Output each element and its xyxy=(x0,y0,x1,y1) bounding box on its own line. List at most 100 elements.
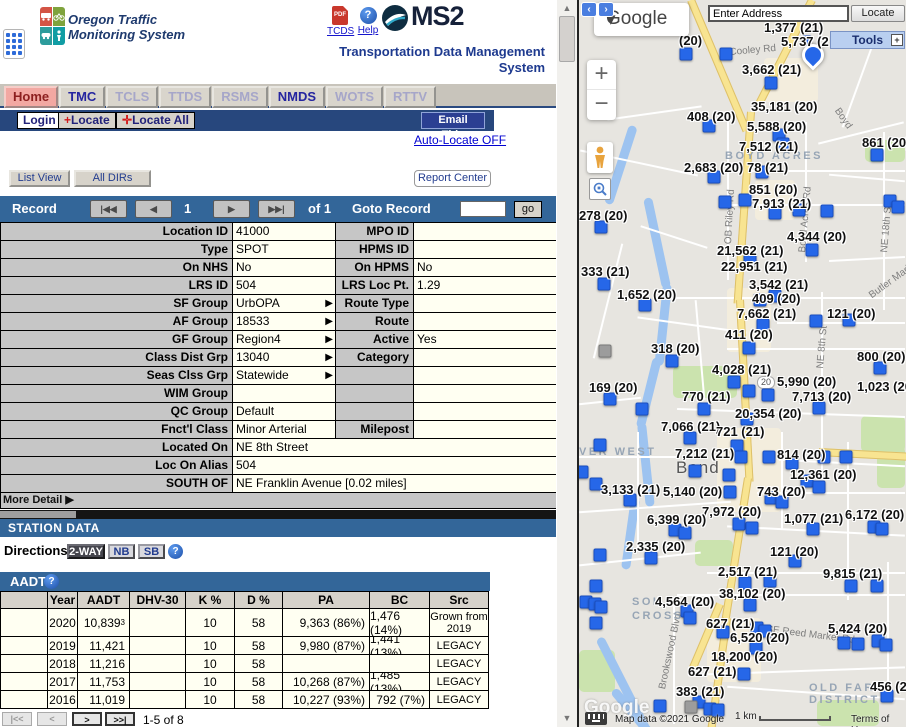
station-marker[interactable] xyxy=(871,149,884,162)
help-icon[interactable]: ? xyxy=(168,544,183,559)
station-marker[interactable] xyxy=(852,638,865,651)
station-marker[interactable] xyxy=(724,486,737,499)
expand-arrow-icon[interactable]: ▶ xyxy=(325,331,333,348)
scrollbar-thumb[interactable] xyxy=(559,16,575,62)
station-marker[interactable] xyxy=(594,549,607,562)
email-this-button[interactable]: Email This xyxy=(421,112,485,129)
station-marker[interactable] xyxy=(871,580,884,593)
station-marker[interactable] xyxy=(806,244,819,257)
station-marker[interactable] xyxy=(733,518,746,531)
station-marker[interactable] xyxy=(689,465,702,478)
station-marker[interactable] xyxy=(743,385,756,398)
tcds-link[interactable]: TCDS xyxy=(327,26,353,37)
station-marker[interactable] xyxy=(594,439,607,452)
zoom-in-button[interactable]: + xyxy=(587,60,616,90)
prev-record-button[interactable]: ◀ xyxy=(135,200,172,218)
help-link[interactable]: Help xyxy=(355,25,381,36)
first-record-button[interactable]: |◀◀ xyxy=(90,200,127,218)
goto-record-input[interactable] xyxy=(460,201,506,217)
station-marker[interactable] xyxy=(892,201,905,214)
station-marker[interactable] xyxy=(765,77,778,90)
aadt-row-selector[interactable] xyxy=(1,637,47,654)
station-marker[interactable] xyxy=(728,376,741,389)
list-view-button[interactable]: List View xyxy=(9,170,70,187)
scroll-down-icon[interactable]: ▼ xyxy=(557,713,577,723)
station-marker[interactable] xyxy=(680,48,693,61)
station-marker[interactable] xyxy=(763,451,776,464)
inactive-station-marker[interactable] xyxy=(599,345,612,358)
station-marker[interactable] xyxy=(666,355,679,368)
zoom-out-button[interactable]: − xyxy=(587,90,616,120)
expand-arrow-icon[interactable]: ▶ xyxy=(325,367,333,384)
pan-left-button[interactable]: ‹ xyxy=(581,2,597,17)
pager-last-button[interactable]: >>| xyxy=(105,712,135,726)
station-marker[interactable] xyxy=(720,48,733,61)
expand-plus-icon[interactable]: + xyxy=(891,34,903,46)
inactive-station-marker[interactable] xyxy=(685,701,698,714)
magnifier-zoom-icon[interactable] xyxy=(589,178,611,200)
help-icon[interactable]: ? xyxy=(44,574,59,589)
login-button[interactable]: Login xyxy=(17,112,62,129)
station-marker[interactable] xyxy=(598,278,611,291)
expand-arrow-icon[interactable]: ▶ xyxy=(325,349,333,366)
all-dirs-button[interactable]: All DIRs xyxy=(74,170,151,187)
more-detail-toggle[interactable]: More Detail ▶ xyxy=(0,493,557,509)
keyboard-shortcuts-icon[interactable] xyxy=(585,712,607,725)
terms-of-use-link[interactable]: Terms of Use xyxy=(851,714,906,727)
station-marker[interactable] xyxy=(876,523,889,536)
aadt-row-selector[interactable] xyxy=(1,673,47,690)
station-marker[interactable] xyxy=(590,617,603,630)
station-marker[interactable] xyxy=(838,637,851,650)
station-marker[interactable] xyxy=(698,403,711,416)
direction-button-nb[interactable]: NB xyxy=(108,544,135,559)
station-marker[interactable] xyxy=(719,196,732,209)
expand-arrow-icon[interactable]: ▶ xyxy=(325,295,333,312)
station-marker[interactable] xyxy=(821,205,834,218)
map-locate-button[interactable]: Locate xyxy=(851,5,905,22)
vertical-scrollbar[interactable]: ▲ ▼ xyxy=(556,0,577,727)
station-marker[interactable] xyxy=(595,601,608,614)
aadt-row-selector[interactable] xyxy=(1,691,47,708)
station-marker[interactable] xyxy=(880,639,893,652)
station-marker[interactable] xyxy=(810,315,823,328)
station-marker[interactable] xyxy=(840,451,853,464)
tools-button[interactable]: Tools + xyxy=(830,31,905,49)
next-record-button[interactable]: ▶ xyxy=(213,200,250,218)
expand-arrow-icon[interactable]: ▶ xyxy=(325,313,333,330)
station-marker[interactable] xyxy=(743,342,756,355)
report-center-button[interactable]: Report Center xyxy=(414,170,491,187)
pager-prev-button[interactable]: < xyxy=(37,712,67,726)
apps-grid-icon[interactable] xyxy=(3,29,25,59)
station-marker[interactable] xyxy=(636,403,649,416)
scroll-up-icon[interactable]: ▲ xyxy=(557,3,577,13)
station-marker[interactable] xyxy=(738,668,751,681)
aadt-row-selector[interactable] xyxy=(1,609,47,636)
pager-first-button[interactable]: |<< xyxy=(2,712,32,726)
station-marker[interactable] xyxy=(845,580,858,593)
aadt-row-selector[interactable] xyxy=(1,655,47,672)
station-marker[interactable] xyxy=(746,522,759,535)
station-marker[interactable] xyxy=(684,612,697,625)
help-icon[interactable]: ? xyxy=(360,7,377,24)
address-input[interactable] xyxy=(708,5,849,22)
street-view-pegman-icon[interactable] xyxy=(587,142,613,173)
locate-button[interactable]: +Locate xyxy=(58,112,116,129)
last-record-button[interactable]: ▶▶| xyxy=(258,200,295,218)
station-marker[interactable] xyxy=(590,580,603,593)
station-marker[interactable] xyxy=(723,469,736,482)
direction-button-2-way[interactable]: 2-WAY xyxy=(67,544,105,559)
tab-home[interactable]: Home xyxy=(4,86,58,108)
station-marker[interactable] xyxy=(654,700,667,713)
direction-button-sb[interactable]: SB xyxy=(138,544,165,559)
pan-right-button[interactable]: › xyxy=(598,2,614,17)
map-panel[interactable]: Bend 20 ‹ › Google ▾ + − Locate Tools + … xyxy=(577,0,906,727)
station-marker[interactable] xyxy=(679,527,692,540)
go-button[interactable]: go xyxy=(514,201,542,218)
auto-locate-link[interactable]: Auto-Locate OFF xyxy=(414,133,506,147)
pdf-icon[interactable]: PDF xyxy=(332,6,348,25)
pager-next-button[interactable]: > xyxy=(72,712,102,726)
station-marker[interactable] xyxy=(813,481,826,494)
station-marker[interactable] xyxy=(735,451,748,464)
tab-tmc[interactable]: TMC xyxy=(59,86,105,108)
locate-all-button[interactable]: ✛Locate All xyxy=(116,112,195,129)
